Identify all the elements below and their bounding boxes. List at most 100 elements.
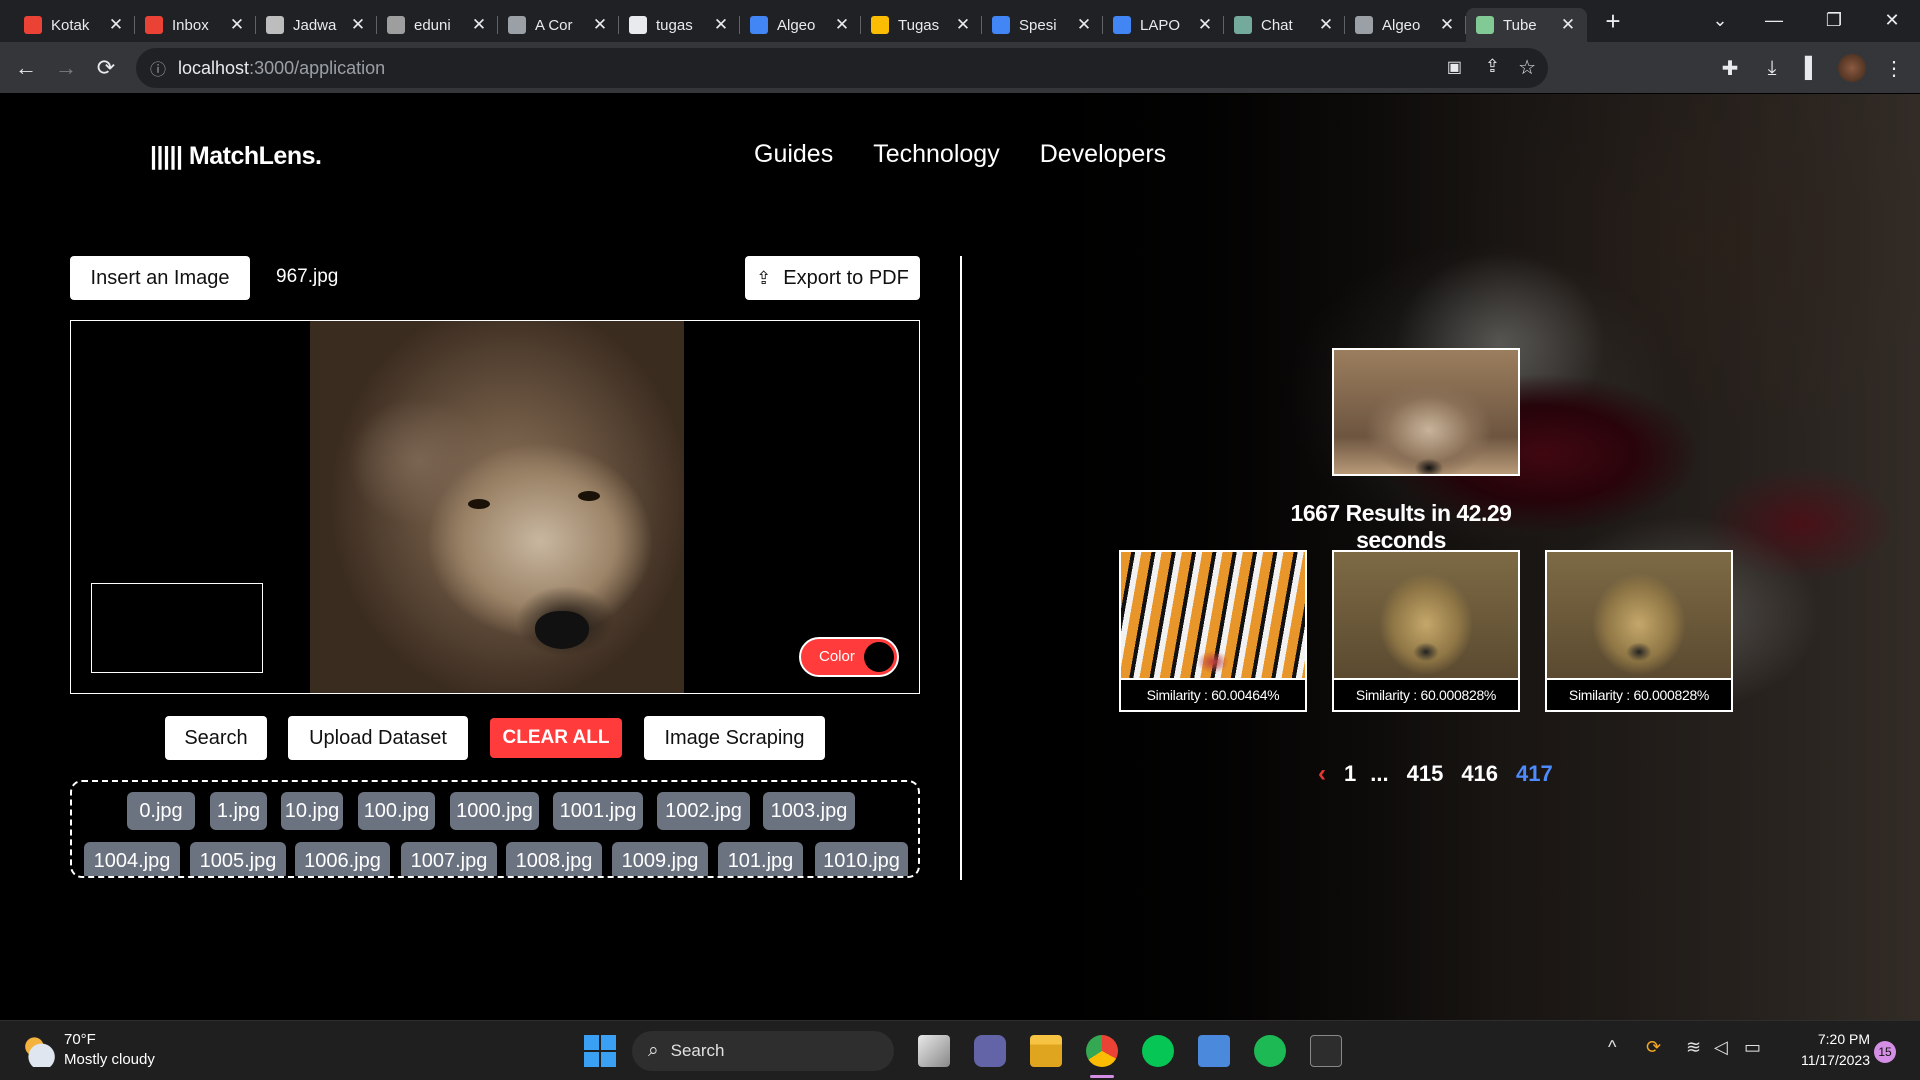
result-card[interactable]: Similarity : 60.000828% [1545, 550, 1733, 712]
clock-date[interactable]: 11/17/2023 [1780, 1052, 1870, 1068]
tab-close-icon[interactable]: ✕ [591, 15, 609, 35]
crop-selection-box[interactable] [91, 583, 263, 673]
dataset-file-chip[interactable]: 1002.jpg [657, 792, 750, 830]
search-button[interactable]: Search [165, 716, 267, 760]
download-icon[interactable]: ⤓ [1758, 54, 1786, 82]
browser-tab[interactable]: Tube ✕ [1466, 8, 1587, 42]
browser-tab[interactable]: LAPO ✕ [1103, 8, 1224, 42]
side-panel-icon[interactable]: ▌ [1798, 54, 1826, 82]
reload-button[interactable]: ⟳ [88, 50, 124, 86]
page-415[interactable]: 415 [1407, 761, 1444, 787]
address-bar[interactable]: ⓘ localhost:3000/application ▣ ⇪ ☆ [136, 48, 1548, 88]
dataset-file-chip[interactable]: 1004.jpg [84, 842, 180, 876]
back-button[interactable]: ← [8, 50, 44, 86]
tab-close-icon[interactable]: ✕ [349, 15, 367, 35]
dataset-file-chip[interactable]: 1008.jpg [506, 842, 602, 876]
result-card[interactable]: Similarity : 60.00464% [1119, 550, 1307, 712]
forward-button[interactable]: → [48, 50, 84, 86]
battery-icon[interactable]: ▭ [1744, 1037, 1761, 1058]
dataset-file-chip[interactable]: 1007.jpg [401, 842, 497, 876]
share-icon[interactable]: ⇪ [1485, 56, 1500, 77]
weather-temp[interactable]: 70°F [64, 1031, 96, 1048]
tab-close-icon[interactable]: ✕ [712, 15, 730, 35]
tab-close-icon[interactable]: ✕ [1196, 15, 1214, 35]
browser-tab[interactable]: Algeo ✕ [740, 8, 861, 42]
notepad-icon[interactable] [1198, 1035, 1230, 1067]
volume-icon[interactable]: ◁ [1714, 1037, 1728, 1058]
clock-time[interactable]: 7:20 PM [1780, 1031, 1870, 1047]
nav-guides[interactable]: Guides [754, 140, 833, 169]
bookmark-star-icon[interactable]: ☆ [1518, 55, 1536, 80]
tab-search-icon[interactable]: ⌄ [1692, 0, 1748, 40]
tab-close-icon[interactable]: ✕ [1559, 15, 1577, 35]
wifi-icon[interactable]: ≋ [1686, 1037, 1701, 1058]
browser-tab[interactable]: tugas ✕ [619, 8, 740, 42]
dataset-file-chip[interactable]: 10.jpg [281, 792, 343, 830]
weather-description[interactable]: Mostly cloudy [64, 1051, 155, 1068]
restore-button[interactable]: ❐ [1806, 0, 1862, 40]
extensions-icon[interactable]: ✚ [1716, 54, 1744, 82]
profile-avatar[interactable] [1838, 54, 1866, 82]
dataset-file-chip[interactable]: 1.jpg [210, 792, 267, 830]
browser-tab[interactable]: Spesi ✕ [982, 8, 1103, 42]
new-tab-button[interactable]: + [1593, 6, 1633, 37]
dataset-file-chip[interactable]: 1005.jpg [190, 842, 286, 876]
browser-tab[interactable]: eduni ✕ [377, 8, 498, 42]
spotify-icon[interactable] [1254, 1035, 1286, 1067]
dataset-file-chip[interactable]: 1006.jpg [295, 842, 390, 876]
browser-tab[interactable]: Algeo ✕ [1345, 8, 1466, 42]
tab-close-icon[interactable]: ✕ [954, 15, 972, 35]
task-view-icon[interactable] [918, 1035, 950, 1067]
dataset-file-chip[interactable]: 100.jpg [358, 792, 435, 830]
site-info-icon[interactable]: ⓘ [150, 56, 166, 80]
dataset-file-chip[interactable]: 1000.jpg [450, 792, 539, 830]
terminal-icon[interactable] [1310, 1035, 1342, 1067]
browser-tab[interactable]: A Cor ✕ [498, 8, 619, 42]
browser-tab[interactable]: Kotak ✕ [14, 8, 135, 42]
dataset-file-chip[interactable]: 1001.jpg [553, 792, 643, 830]
browser-tab[interactable]: Tugas ✕ [861, 8, 982, 42]
file-explorer-icon[interactable] [1030, 1035, 1062, 1067]
dataset-file-chip[interactable]: 0.jpg [127, 792, 195, 830]
dataset-file-chip[interactable]: 1009.jpg [612, 842, 708, 876]
insert-image-button[interactable]: Insert an Image [70, 256, 250, 300]
dataset-file-chip[interactable]: 1010.jpg [815, 842, 908, 876]
taskbar-search-box[interactable]: ⌕ Search [632, 1031, 894, 1071]
teams-icon[interactable] [974, 1035, 1006, 1067]
minimize-button[interactable]: — [1746, 0, 1802, 40]
browser-tab[interactable]: Inbox ✕ [135, 8, 256, 42]
tray-chevron-icon[interactable]: ^ [1608, 1037, 1616, 1058]
prev-page-button[interactable]: ‹ [1318, 760, 1326, 788]
browser-tab[interactable]: Jadwa ✕ [256, 8, 377, 42]
chrome-icon[interactable] [1086, 1035, 1118, 1067]
tab-close-icon[interactable]: ✕ [107, 15, 125, 35]
windows-start-icon[interactable] [584, 1035, 616, 1067]
tab-close-icon[interactable]: ✕ [228, 15, 246, 35]
tab-close-icon[interactable]: ✕ [1317, 15, 1335, 35]
camera-blocked-icon[interactable]: ▣ [1447, 57, 1462, 77]
page-417-current[interactable]: 417 [1516, 761, 1553, 787]
page-416[interactable]: 416 [1461, 761, 1498, 787]
tab-close-icon[interactable]: ✕ [833, 15, 851, 35]
browser-menu-icon[interactable]: ⋮ [1880, 54, 1908, 82]
app-logo[interactable]: ||||| MatchLens. [150, 142, 322, 171]
close-window-button[interactable]: ✕ [1864, 0, 1920, 40]
image-scraping-button[interactable]: Image Scraping [644, 716, 825, 760]
line-icon[interactable] [1142, 1035, 1174, 1067]
dataset-file-chip[interactable]: 1003.jpg [763, 792, 855, 830]
tab-close-icon[interactable]: ✕ [470, 15, 488, 35]
tab-close-icon[interactable]: ✕ [1075, 15, 1093, 35]
result-card[interactable]: Similarity : 60.000828% [1332, 550, 1520, 712]
color-toggle[interactable]: Color [799, 637, 899, 677]
sync-icon[interactable]: ⟳ [1646, 1037, 1661, 1058]
export-pdf-button[interactable]: ⇪ Export to PDF [745, 256, 920, 300]
browser-tab[interactable]: Chat ✕ [1224, 8, 1345, 42]
upload-dataset-button[interactable]: Upload Dataset [288, 716, 468, 760]
nav-developers[interactable]: Developers [1040, 140, 1166, 169]
clear-all-button[interactable]: CLEAR ALL [490, 718, 622, 758]
nav-technology[interactable]: Technology [873, 140, 999, 169]
dataset-file-chip[interactable]: 101.jpg [718, 842, 803, 876]
tab-close-icon[interactable]: ✕ [1438, 15, 1456, 35]
weather-cloud-icon[interactable] [20, 1033, 56, 1067]
notification-badge[interactable]: 15 [1874, 1041, 1896, 1063]
